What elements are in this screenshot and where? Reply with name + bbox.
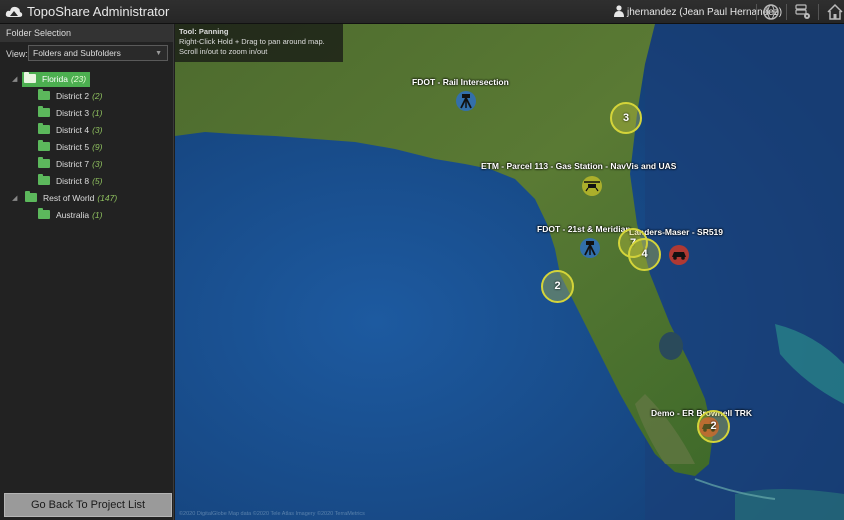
folder-icon — [38, 174, 50, 185]
view-label: View: — [6, 49, 28, 59]
folder-selection-panel: Folder Selection View: Folders and Subfo… — [0, 24, 174, 520]
user-name: jhernandez (Jean Paul Hernandez) — [627, 7, 783, 18]
tree-item-label: District 4 — [56, 125, 90, 135]
collapse-arrow-icon[interactable]: ◢ — [12, 72, 17, 87]
title-bar: TopoShare Administrator jhernandez (Jean… — [0, 0, 844, 24]
folder-icon — [25, 191, 37, 202]
vehicle-marker-icon[interactable] — [668, 244, 690, 266]
tree-item-district-4[interactable]: District 4 (3) — [38, 123, 102, 138]
collapse-arrow-icon[interactable]: ◢ — [12, 191, 17, 206]
tree-item-count: (9) — [92, 142, 103, 152]
divider — [786, 4, 787, 20]
chevron-down-icon: ▼ — [155, 50, 162, 57]
tree-item-label: Rest of World — [43, 193, 95, 203]
folder-icon — [38, 123, 50, 134]
panel-header: Folder Selection — [0, 24, 173, 42]
tree-item-label: Australia — [56, 210, 90, 220]
folder-icon — [38, 106, 50, 117]
tool-title: Tool: Panning — [179, 27, 229, 36]
pin-label[interactable]: FDOT - 21st & Meridian — [537, 224, 631, 234]
tree-item-florida[interactable]: ◢ Florida (23) — [12, 72, 91, 87]
tree-item-selected[interactable]: Florida (23) — [22, 72, 91, 87]
tree-item-count: (23) — [70, 74, 87, 84]
tree-item-count: (1) — [92, 108, 103, 118]
survey-tripod-marker-icon[interactable] — [579, 237, 601, 259]
tree-item-label: District 3 — [56, 108, 90, 118]
tree-item-count: (2) — [92, 91, 103, 101]
database-settings-icon[interactable] — [794, 3, 812, 21]
tree-item-district-7[interactable]: District 7 (3) — [38, 157, 102, 172]
home-icon[interactable] — [826, 3, 844, 21]
tree-item-australia[interactable]: Australia (1) — [38, 208, 102, 223]
folder-icon — [38, 208, 50, 219]
tool-info-box: Tool: Panning Right-Click Hold + Drag to… — [175, 24, 343, 62]
back-to-project-list-button[interactable]: Go Back To Project List — [4, 493, 172, 517]
tree-item-district-2[interactable]: District 2 (2) — [38, 89, 102, 104]
folder-icon — [24, 72, 36, 83]
view-dropdown-value: Folders and Subfolders — [33, 48, 121, 58]
tree-item-count: (1) — [92, 210, 103, 220]
pin-label[interactable]: ETM - Parcel 113 - Gas Station - NavVis … — [481, 161, 676, 171]
tree-item-label: District 7 — [56, 159, 90, 169]
globe-icon[interactable] — [762, 3, 780, 21]
folder-icon — [38, 157, 50, 168]
tree-item-label: District 5 — [56, 142, 90, 152]
marker-cluster[interactable]: 2 — [697, 410, 730, 443]
tree-item-district-8[interactable]: District 8 (5) — [38, 174, 102, 189]
marker-cluster[interactable]: 4 — [628, 238, 661, 271]
tree-item-count: (3) — [92, 159, 103, 169]
divider — [756, 4, 757, 20]
app-title: TopoShare Administrator — [27, 4, 170, 19]
tree-item-district-5[interactable]: District 5 (9) — [38, 140, 102, 155]
drone-marker-icon[interactable] — [581, 175, 603, 197]
survey-tripod-marker-icon[interactable] — [455, 90, 477, 112]
folder-icon — [38, 140, 50, 151]
tree-item-count: (3) — [92, 125, 103, 135]
pin-label[interactable]: FDOT - Rail Intersection — [412, 77, 509, 87]
divider — [818, 4, 819, 20]
tree-item-count: (5) — [92, 176, 103, 186]
tree-item-rest-of-world[interactable]: ◢ Rest of World (147) — [12, 191, 117, 206]
user-icon — [614, 5, 624, 17]
cloud-logo-icon — [5, 6, 23, 17]
map-view[interactable]: Tool: Panning Right-Click Hold + Drag to… — [175, 24, 844, 520]
marker-cluster[interactable]: 3 — [610, 102, 642, 134]
tree-item-label: District 2 — [56, 91, 90, 101]
map-attribution: ©2020 DigitalGlobe Map data ©2020 Tele A… — [179, 511, 365, 517]
marker-cluster[interactable]: 2 — [541, 270, 574, 303]
satellite-map — [175, 24, 844, 520]
tree-item-label: District 8 — [56, 176, 90, 186]
view-dropdown[interactable]: Folders and Subfolders ▼ — [28, 45, 168, 61]
tree-item-label: Florida — [42, 74, 68, 84]
folder-icon — [38, 89, 50, 100]
tool-hint-zoom: Scroll in/out to zoom in/out — [179, 47, 268, 56]
tool-hint-pan: Right-Click Hold + Drag to pan around ma… — [179, 37, 325, 46]
tree-item-count: (147) — [97, 193, 118, 203]
tree-item-district-3[interactable]: District 3 (1) — [38, 106, 102, 121]
